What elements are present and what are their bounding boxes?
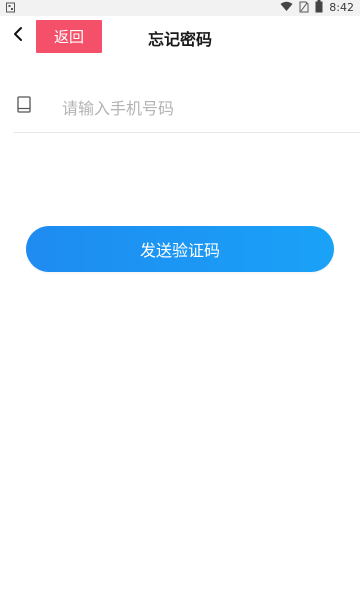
forgot-password-screen: 8:42 返回 忘记密码 发送验证码 bbox=[0, 0, 360, 600]
notification-icon bbox=[6, 2, 16, 13]
status-bar: 8:42 bbox=[0, 0, 360, 16]
sim-icon bbox=[299, 1, 309, 16]
header-bar: 返回 忘记密码 bbox=[0, 16, 360, 60]
phone-icon bbox=[17, 96, 31, 114]
send-code-button[interactable]: 发送验证码 bbox=[26, 226, 334, 272]
phone-number-input[interactable] bbox=[62, 94, 342, 122]
page-title: 忘记密码 bbox=[147, 30, 212, 49]
status-time: 8:42 bbox=[329, 1, 354, 14]
phone-field-row bbox=[14, 86, 360, 133]
wifi-icon bbox=[280, 1, 293, 15]
status-bar-right: 8:42 bbox=[280, 0, 354, 16]
battery-icon bbox=[315, 0, 323, 16]
